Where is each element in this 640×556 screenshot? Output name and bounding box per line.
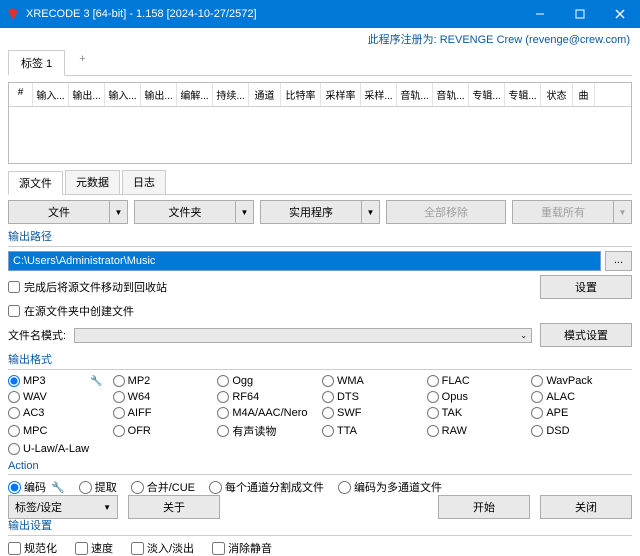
file-grid[interactable]: # 输入... 输出... 输入... 输出... 编解... 持续... 通道… [8, 82, 632, 164]
fmt-mp3[interactable]: MP3🔧 [8, 374, 109, 388]
col-album[interactable]: 专辑... [469, 83, 505, 106]
fmt-tak[interactable]: TAK [427, 406, 528, 420]
fmt-ape[interactable]: APE [531, 406, 632, 420]
action-mergecue[interactable]: 合并/CUE [131, 479, 195, 495]
file-grid-header: # 输入... 输出... 输入... 输出... 编解... 持续... 通道… [9, 83, 631, 107]
output-settings-title: 输出设置 [8, 517, 632, 533]
remove-all-button[interactable]: 全部移除 [386, 200, 506, 224]
labels-settings-combo[interactable]: 标签/设定▼ [8, 495, 118, 519]
col-channels[interactable]: 通道 [249, 83, 281, 106]
subtab-source[interactable]: 源文件 [8, 171, 63, 195]
file-button[interactable]: 文件▼ [8, 200, 128, 224]
chevron-down-icon: ▼ [109, 201, 127, 223]
minimize-button[interactable] [520, 0, 560, 28]
col-song[interactable]: 曲 [573, 83, 595, 106]
chk-normalize[interactable]: 规范化 [8, 540, 57, 556]
wrench-icon[interactable]: 🔧 [90, 376, 108, 387]
action-encmulti[interactable]: 编码为多通道文件 [338, 479, 442, 495]
col-track[interactable]: 音轨... [397, 83, 433, 106]
action-title: Action [8, 460, 632, 472]
chevron-down-icon: ▼ [361, 201, 379, 223]
tab-add[interactable]: + [65, 49, 99, 75]
tab-1[interactable]: 标签 1 [8, 50, 65, 76]
subtab-log[interactable]: 日志 [122, 170, 166, 194]
reset-all-button[interactable]: 重载所有▼ [512, 200, 632, 224]
maximize-button[interactable] [560, 0, 600, 28]
create-in-source-checkbox[interactable]: 在源文件夹中创建文件 [8, 303, 632, 319]
app-logo [6, 7, 20, 21]
fmt-rf64[interactable]: RF64 [217, 390, 318, 404]
about-button[interactable]: 关于 [128, 495, 220, 519]
chevron-down-icon: ▼ [613, 201, 631, 223]
registration-info: 此程序注册为: REVENGE Crew (revenge@crew.com) [0, 28, 640, 47]
fmt-raw[interactable]: RAW [427, 422, 528, 440]
browse-button[interactable]: ... [605, 251, 632, 271]
output-path-input[interactable]: C:\Users\Administrator\Music [8, 251, 601, 271]
fmt-aiff[interactable]: AIFF [113, 406, 214, 420]
fmt-dts[interactable]: DTS [322, 390, 423, 404]
fmt-opus[interactable]: Opus [427, 390, 528, 404]
col-out[interactable]: 输出... [69, 83, 105, 106]
fmt-wavpack[interactable]: WavPack [531, 374, 632, 388]
fmt-tta[interactable]: TTA [322, 422, 423, 440]
col-track2[interactable]: 音轨... [433, 83, 469, 106]
chevron-down-icon: ▼ [235, 201, 253, 223]
col-index[interactable]: # [9, 83, 33, 106]
pattern-settings-button[interactable]: 模式设置 [540, 323, 632, 347]
col-in2[interactable]: 输入... [105, 83, 141, 106]
close-app-button[interactable]: 关闭 [540, 495, 632, 519]
utils-button[interactable]: 实用程序▼ [260, 200, 380, 224]
fmt-mpc[interactable]: MPC [8, 422, 109, 440]
chk-silence[interactable]: 消除静音 [212, 540, 272, 556]
chk-fade[interactable]: 淡入/淡出 [131, 540, 194, 556]
fmt-ulaw[interactable]: U-Law/A-Law [8, 442, 109, 456]
wrench-icon[interactable]: 🔧 [51, 481, 65, 494]
col-in[interactable]: 输入... [33, 83, 69, 106]
col-album2[interactable]: 专辑... [505, 83, 541, 106]
col-samplerate[interactable]: 采样率 [321, 83, 361, 106]
col-sample[interactable]: 采样... [361, 83, 397, 106]
col-bitrate[interactable]: 比特率 [281, 83, 321, 106]
fmt-alac[interactable]: ALAC [531, 390, 632, 404]
fmt-ogg[interactable]: Ogg [217, 374, 318, 388]
fmt-dsd[interactable]: DSD [531, 422, 632, 440]
chevron-down-icon: ⌄ [520, 331, 527, 340]
fmt-ofr[interactable]: OFR [113, 422, 214, 440]
col-codec[interactable]: 编解... [177, 83, 213, 106]
fmt-wav[interactable]: WAV [8, 390, 109, 404]
folder-button[interactable]: 文件夹▼ [134, 200, 254, 224]
chevron-down-icon: ▼ [103, 503, 111, 512]
col-duration[interactable]: 持续... [213, 83, 249, 106]
action-extract[interactable]: 提取 [79, 479, 117, 495]
fmt-audiobook[interactable]: 有声读物 [217, 422, 318, 440]
action-splitperch[interactable]: 每个通道分割成文件 [209, 479, 324, 495]
fmt-wma[interactable]: WMA [322, 374, 423, 388]
settings-button[interactable]: 设置 [540, 275, 632, 299]
window-title: XRECODE 3 [64-bit] - 1.158 [2024-10-27/2… [26, 8, 520, 20]
fmt-w64[interactable]: W64 [113, 390, 214, 404]
close-button[interactable] [600, 0, 640, 28]
col-status[interactable]: 状态 [541, 83, 573, 106]
filename-pattern-combo[interactable]: ⌄ [74, 328, 532, 343]
start-button[interactable]: 开始 [438, 495, 530, 519]
fmt-ac3[interactable]: AC3 [8, 406, 109, 420]
subtab-metadata[interactable]: 元数据 [65, 170, 120, 194]
fmt-mp2[interactable]: MP2 [113, 374, 214, 388]
filename-pattern-label: 文件名模式: [8, 327, 66, 343]
fmt-flac[interactable]: FLAC [427, 374, 528, 388]
chk-speed[interactable]: 速度 [75, 540, 113, 556]
output-path-title: 输出路径 [8, 228, 632, 244]
output-format-title: 输出格式 [8, 351, 632, 367]
fmt-swf[interactable]: SWF [322, 406, 423, 420]
recycle-checkbox[interactable]: 完成后将源文件移动到回收站 [8, 279, 532, 295]
col-out2[interactable]: 输出... [141, 83, 177, 106]
action-encode[interactable]: 编码🔧 [8, 479, 65, 495]
fmt-m4a[interactable]: M4A/AAC/Nero [217, 406, 318, 420]
